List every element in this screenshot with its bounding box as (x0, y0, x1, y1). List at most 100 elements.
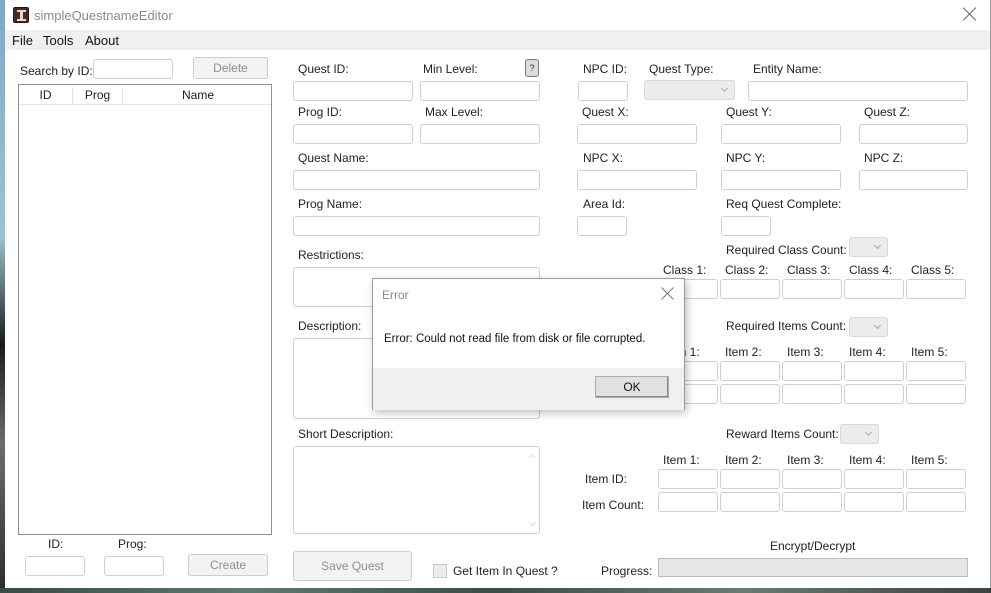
quest-y-label: Quest Y: (726, 105, 772, 119)
app-icon (13, 7, 29, 23)
quest-name-input[interactable] (293, 170, 540, 190)
class-2-label: Class 2: (725, 263, 769, 277)
dialog-close-icon[interactable] (661, 287, 675, 301)
reward-items-count-select[interactable] (840, 424, 879, 444)
reward-item-1-label: Item 1: (663, 453, 700, 467)
quest-type-select[interactable] (644, 80, 735, 100)
short-description-textarea[interactable] (293, 446, 540, 534)
min-level-label: Min Level: (423, 62, 478, 76)
npc-id-label: NPC ID: (583, 62, 628, 76)
class-1-label: Class 1: (663, 263, 707, 277)
class-3-input[interactable] (782, 279, 842, 299)
create-button[interactable]: Create (188, 554, 268, 576)
reward-item-1-count-input[interactable] (658, 492, 718, 512)
prog-id-input[interactable] (293, 124, 413, 144)
delete-button[interactable]: Delete (193, 57, 268, 79)
req-items-count-select[interactable] (849, 317, 888, 337)
reward-item-2-count-input[interactable] (720, 492, 780, 512)
npc-z-input[interactable] (859, 170, 968, 190)
req-item-5-count-input[interactable] (906, 384, 966, 404)
menu-about[interactable]: About (85, 33, 119, 48)
reward-item-4-id-input[interactable] (844, 469, 904, 489)
description-label: Description: (298, 319, 362, 333)
req-item-2-count-input[interactable] (720, 384, 780, 404)
prog-name-label: Prog Name: (298, 197, 363, 211)
req-item-3-count-input[interactable] (782, 384, 842, 404)
area-id-label: Area Id: (583, 197, 626, 211)
npc-y-label: NPC Y: (726, 151, 766, 165)
req-item-4-label: Item 4: (849, 345, 886, 359)
chevron-down-icon (720, 84, 729, 93)
column-prog[interactable]: Prog (73, 85, 122, 105)
req-quest-input[interactable] (721, 216, 771, 236)
list-header: ID Prog Name (19, 85, 271, 105)
class-4-input[interactable] (844, 279, 904, 299)
area-id-input[interactable] (577, 216, 627, 236)
npc-z-label: NPC Z: (864, 151, 904, 165)
quest-id-input[interactable] (293, 81, 413, 101)
menu-tools[interactable]: Tools (43, 33, 73, 48)
prog-id-label: Prog ID: (298, 105, 343, 119)
reward-items-count-label: Reward Items Count: (726, 427, 839, 441)
reward-item-2-id-input[interactable] (720, 469, 780, 489)
npc-y-input[interactable] (721, 170, 841, 190)
entity-name-input[interactable] (748, 81, 968, 101)
reward-item-1-id-input[interactable] (658, 469, 718, 489)
save-quest-button[interactable]: Save Quest (293, 551, 412, 581)
req-item-4-id-input[interactable] (844, 361, 904, 381)
help-button[interactable]: ? (525, 59, 539, 77)
scroll-down-icon[interactable] (528, 518, 537, 527)
max-level-input[interactable] (420, 124, 540, 144)
ok-button[interactable]: OK (595, 376, 669, 398)
column-name[interactable]: Name (123, 85, 273, 105)
progress-label: Progress: (601, 564, 653, 578)
req-item-5-label: Item 5: (911, 345, 948, 359)
new-prog-input[interactable] (104, 556, 164, 576)
req-item-5-id-input[interactable] (906, 361, 966, 381)
reward-item-3-id-input[interactable] (782, 469, 842, 489)
menu-file[interactable]: File (12, 33, 33, 48)
npc-id-input[interactable] (578, 81, 628, 101)
req-item-3-label: Item 3: (787, 345, 824, 359)
item-id-label: Item ID: (585, 472, 628, 486)
column-id[interactable]: ID (19, 85, 72, 105)
reward-item-4-count-input[interactable] (844, 492, 904, 512)
req-item-2-id-input[interactable] (720, 361, 780, 381)
window-close-icon[interactable] (962, 6, 978, 22)
get-item-checkbox[interactable] (433, 564, 447, 578)
progress-bar (658, 558, 968, 577)
req-item-3-id-input[interactable] (782, 361, 842, 381)
quest-type-label: Quest Type: (649, 62, 714, 76)
quest-y-input[interactable] (721, 124, 841, 144)
reward-item-5-id-input[interactable] (906, 469, 966, 489)
search-input[interactable] (93, 59, 173, 79)
reward-item-3-count-input[interactable] (782, 492, 842, 512)
quest-z-label: Quest Z: (864, 105, 911, 119)
scroll-up-icon[interactable] (528, 453, 537, 462)
prog-name-input[interactable] (293, 216, 540, 236)
encrypt-label: Encrypt/Decrypt (770, 539, 856, 553)
dialog-title: Error (382, 288, 409, 302)
class-2-input[interactable] (720, 279, 780, 299)
quest-id-label: Quest ID: (298, 62, 349, 76)
req-class-count-label: Required Class Count: (726, 243, 847, 257)
quest-list[interactable]: ID Prog Name (18, 84, 272, 535)
quest-x-input[interactable] (577, 124, 697, 144)
req-item-4-count-input[interactable] (844, 384, 904, 404)
short-description-label: Short Description: (298, 427, 394, 441)
title-bar: simpleQuestnameEditor (5, 0, 990, 30)
new-id-input[interactable] (25, 556, 85, 576)
npc-x-input[interactable] (577, 170, 697, 190)
error-dialog: Error Error: Could not read file from di… (372, 278, 685, 410)
class-5-input[interactable] (906, 279, 966, 299)
reward-item-5-count-input[interactable] (906, 492, 966, 512)
min-level-input[interactable] (420, 81, 540, 101)
reward-item-5-label: Item 5: (911, 453, 948, 467)
chevron-down-icon (873, 321, 882, 330)
restrictions-label: Restrictions: (298, 248, 365, 262)
max-level-label: Max Level: (425, 105, 484, 119)
class-4-label: Class 4: (849, 263, 893, 277)
req-class-count-select[interactable] (849, 237, 888, 257)
quest-z-input[interactable] (859, 124, 968, 144)
npc-x-label: NPC X: (583, 151, 624, 165)
